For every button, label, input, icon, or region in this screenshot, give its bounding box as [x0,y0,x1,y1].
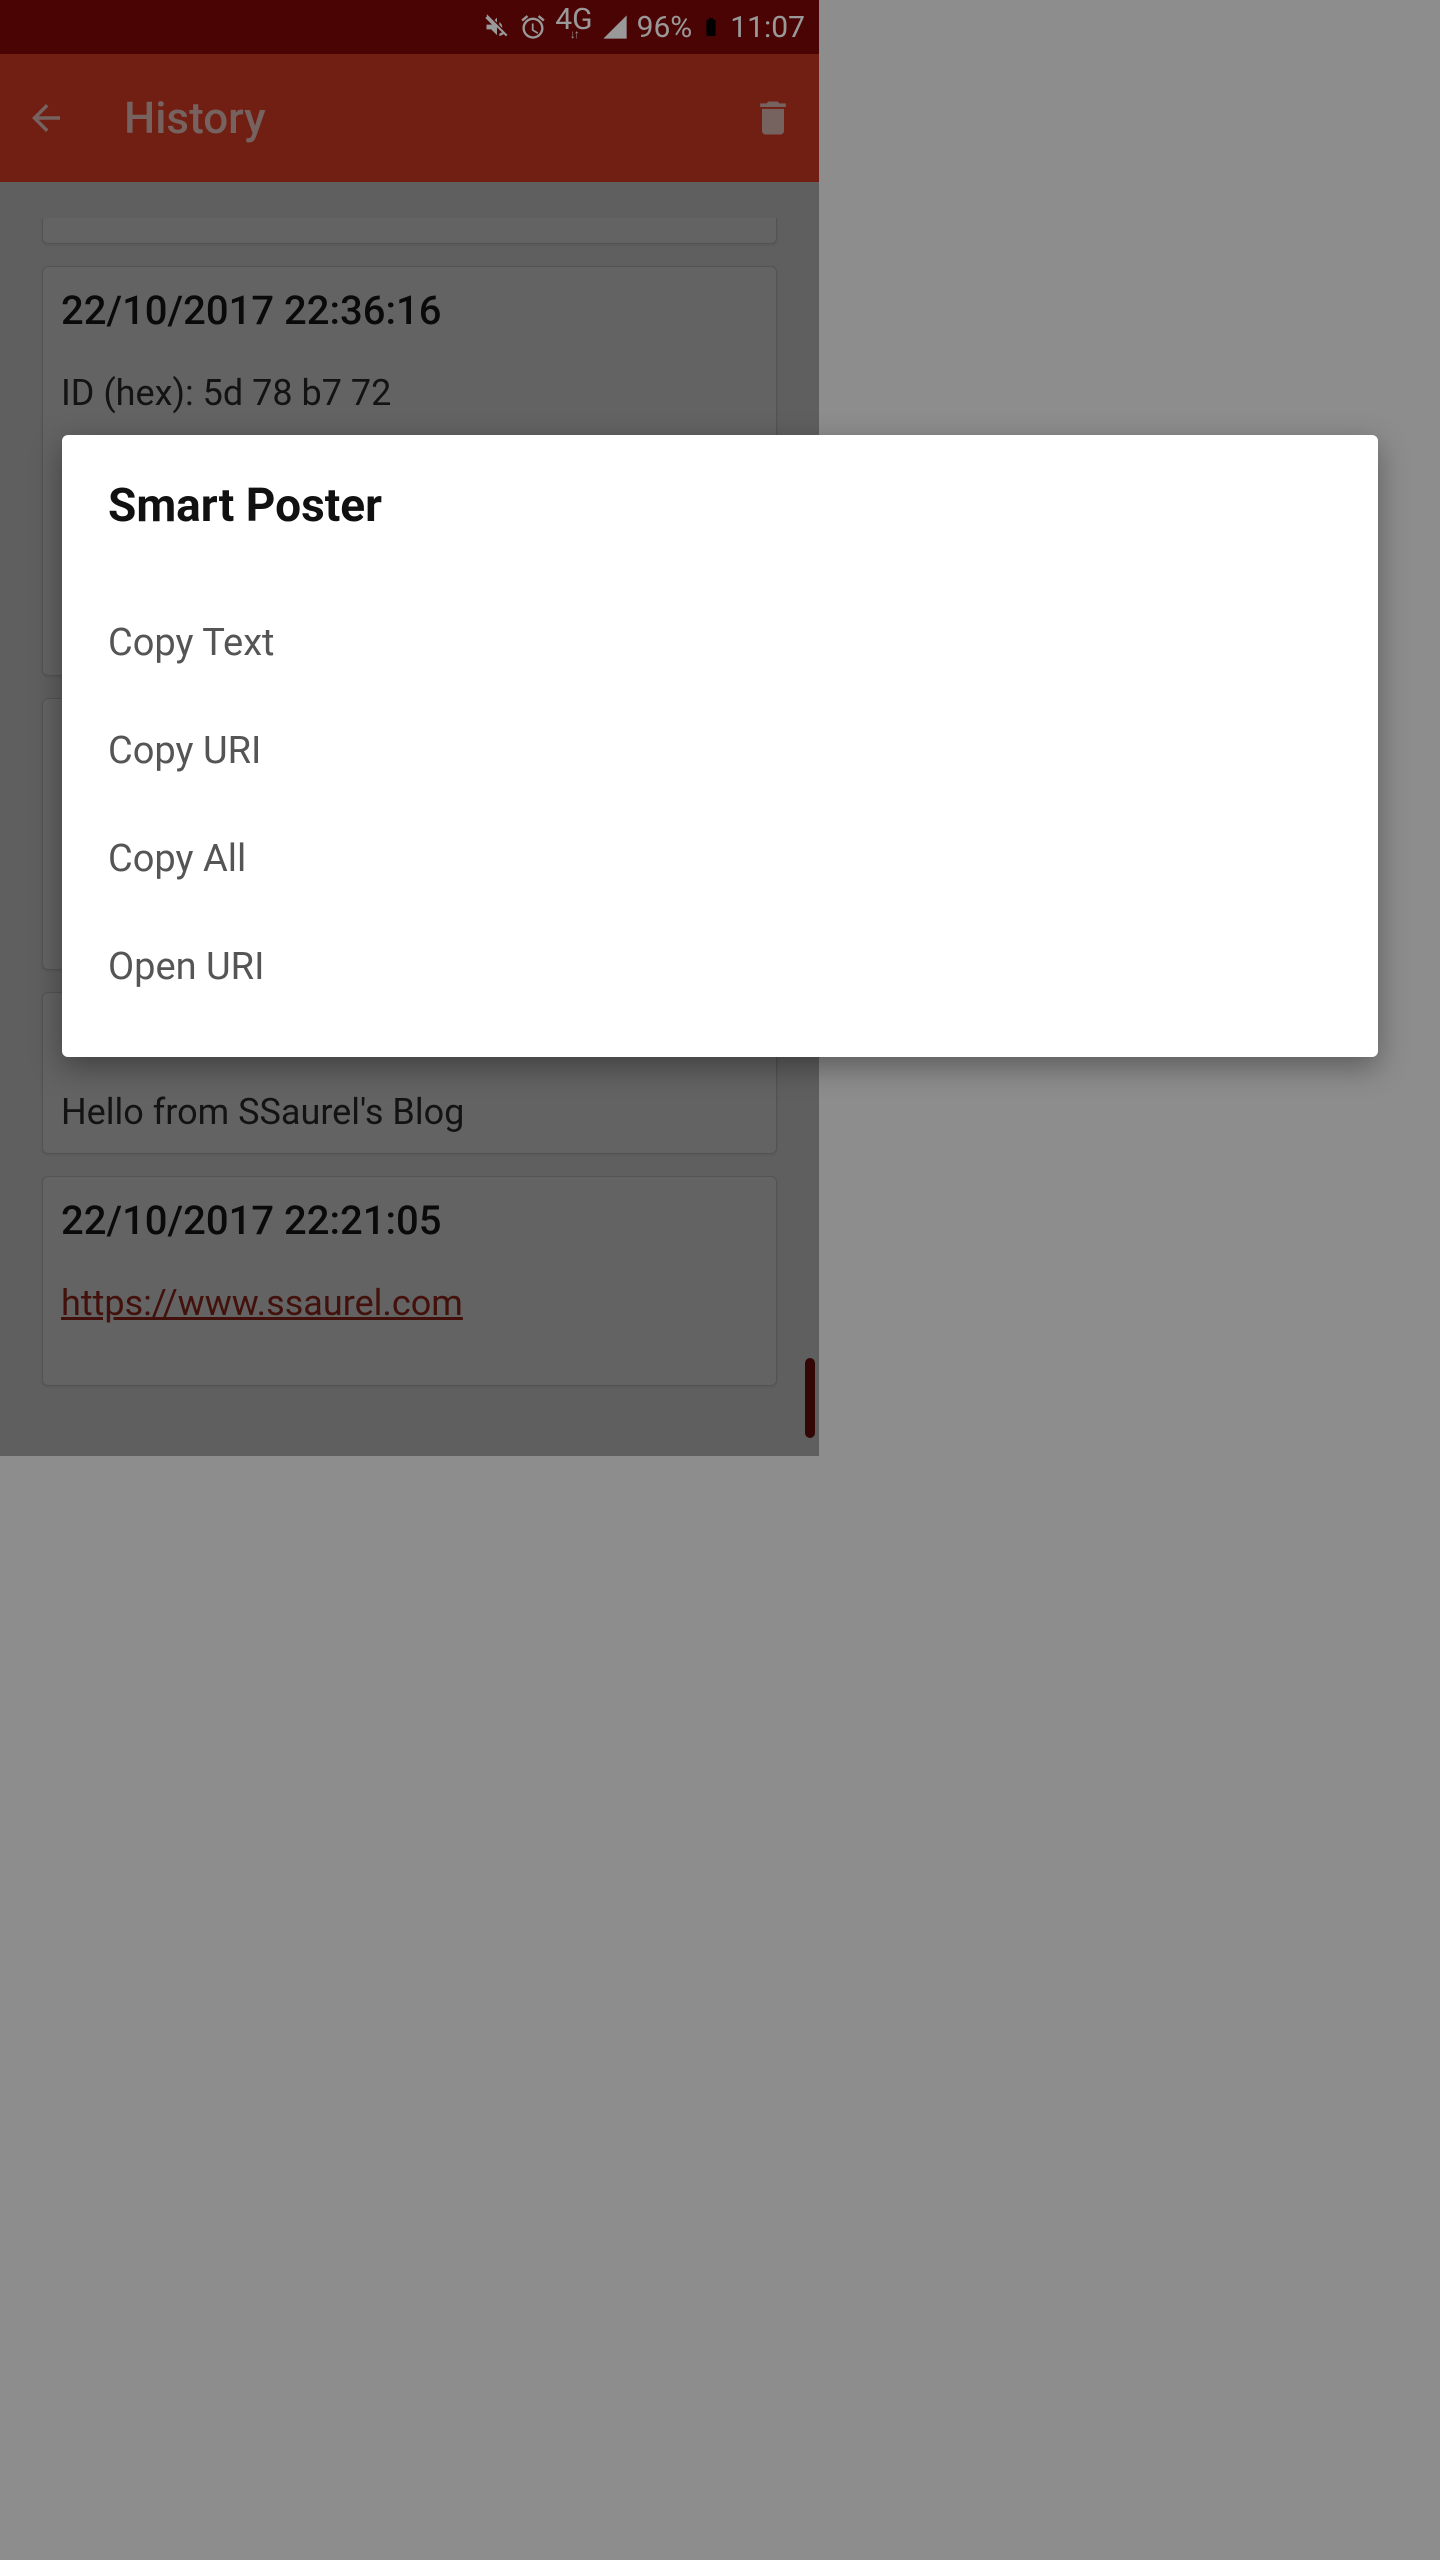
context-dialog: Smart Poster Copy Text Copy URI Copy All… [62,435,1378,1057]
dialog-item-open-uri[interactable]: Open URI [108,913,1332,1021]
modal-scrim[interactable] [0,0,1440,2560]
dialog-item-copy-text[interactable]: Copy Text [108,589,1332,697]
dialog-item-copy-all[interactable]: Copy All [108,805,1332,913]
dialog-item-copy-uri[interactable]: Copy URI [108,697,1332,805]
dialog-title: Smart Poster [108,479,1332,533]
